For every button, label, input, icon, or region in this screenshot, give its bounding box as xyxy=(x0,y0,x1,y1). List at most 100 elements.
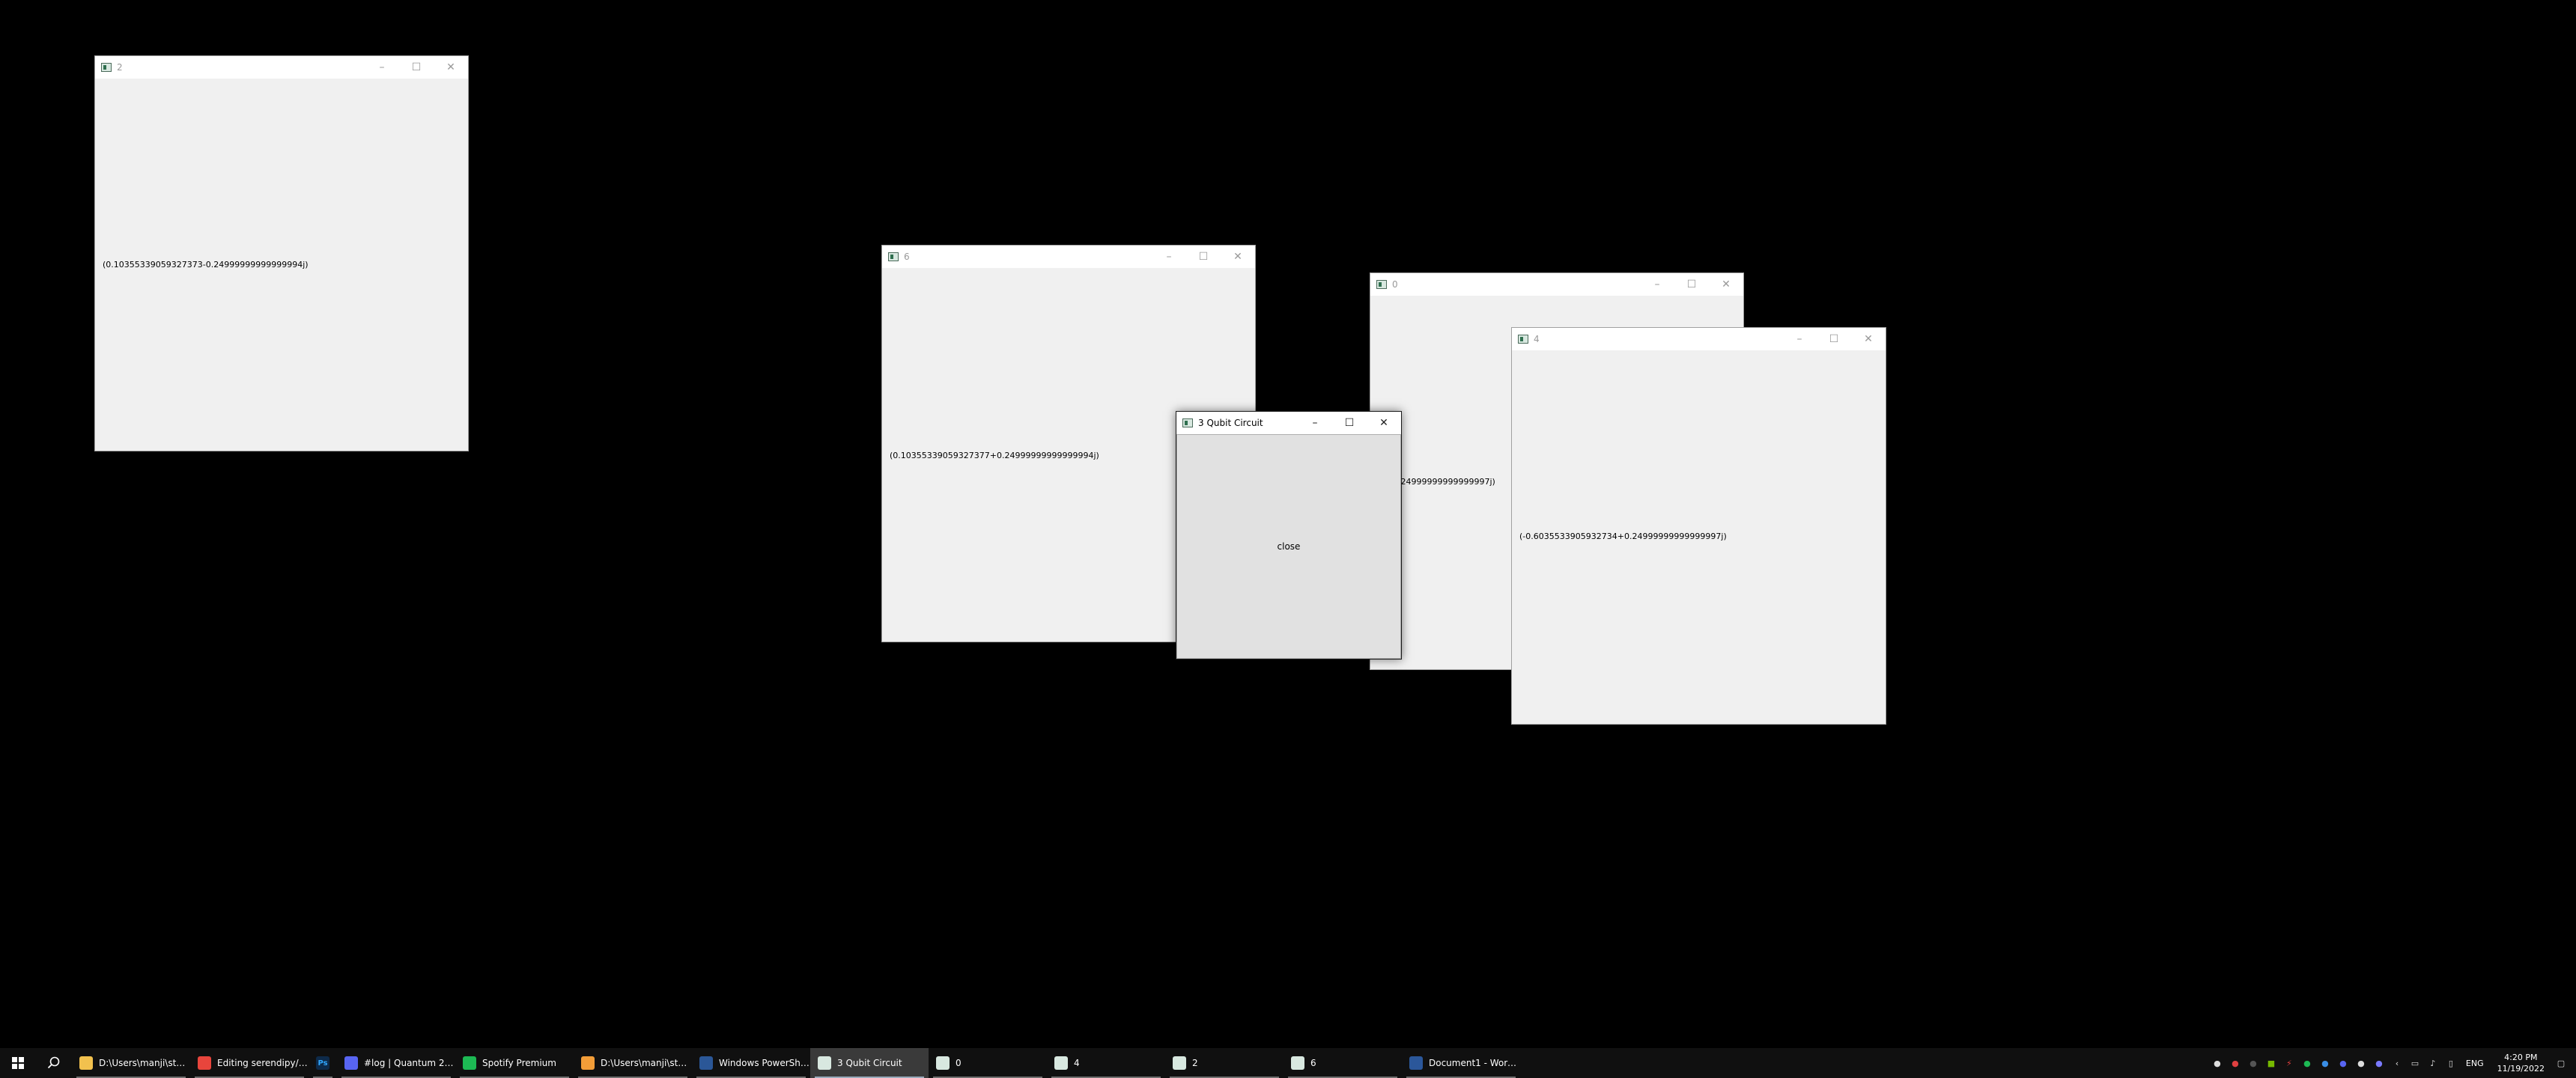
sublime-icon xyxy=(581,1056,595,1070)
steam-icon[interactable]: ● xyxy=(2211,1057,2223,1069)
python-window-icon xyxy=(1291,1056,1304,1070)
maximize-button[interactable]: ☐ xyxy=(1674,273,1709,296)
battery-icon[interactable]: ▯ xyxy=(2445,1057,2457,1069)
amplitude-label: (0.10355339059327373-0.24999999999999994… xyxy=(103,260,309,270)
taskbar-item-label: D:\Users\manji\stac... xyxy=(601,1058,692,1068)
close-button[interactable]: ✕ xyxy=(1709,273,1743,296)
notification-icon[interactable]: ▢ xyxy=(2555,1057,2567,1069)
window-title: 0 xyxy=(1392,279,1398,290)
python-window-icon xyxy=(1376,280,1387,289)
window-3-qubit-circuit[interactable]: 3 Qubit Circuit – ☐ ✕ close xyxy=(1176,411,1402,660)
close-button[interactable]: ✕ xyxy=(1367,412,1401,434)
taskbar-item[interactable]: D:\Users\manji\stac... xyxy=(574,1048,692,1078)
python-window-icon xyxy=(1182,418,1193,427)
taskbar-item-label: Editing serendipy/R... xyxy=(217,1058,309,1068)
circuit-titlebar[interactable]: 3 Qubit Circuit – ☐ ✕ xyxy=(1176,412,1401,434)
bluetooth-icon[interactable]: ● xyxy=(2319,1057,2331,1069)
amplitude-label: (0.10355339059327377+0.24999999999999994… xyxy=(890,451,1099,460)
taskbar-item-label: 4 xyxy=(1074,1058,1080,1068)
taskbar-item-label: Spotify Premium xyxy=(482,1058,556,1068)
mic-icon[interactable]: ● xyxy=(2355,1057,2367,1069)
photoshop-icon: Ps xyxy=(316,1056,329,1070)
clock-date: 11/19/2022 xyxy=(2497,1064,2545,1074)
python-window-icon xyxy=(1173,1056,1186,1070)
window-title: 6 xyxy=(904,252,910,262)
python-window-icon xyxy=(888,252,899,261)
windows-logo-icon xyxy=(12,1057,24,1069)
minimize-button[interactable]: – xyxy=(1298,412,1332,434)
taskbar-item-label: #log | Quantum 2.0... xyxy=(364,1058,455,1068)
discord-icon xyxy=(344,1056,358,1070)
python-window-icon xyxy=(1054,1056,1068,1070)
taskbar-item-label: 2 xyxy=(1192,1058,1198,1068)
window-4-titlebar[interactable]: 4 – ☐ ✕ xyxy=(1512,328,1886,350)
python-window-icon xyxy=(936,1056,950,1070)
taskbar-item-label: 6 xyxy=(1310,1058,1316,1068)
close-app-button[interactable]: close xyxy=(1176,434,1401,659)
system-tray: ● ● ● ■ ⚡ ● ● ● ● ● ‹ ▭ ♪ ▯ ENG 4:20 PM … xyxy=(2208,1048,2576,1078)
minimize-button[interactable]: – xyxy=(1640,273,1674,296)
power-icon[interactable]: ⚡ xyxy=(2283,1057,2295,1069)
python-window-icon xyxy=(818,1056,831,1070)
taskbar-item[interactable]: Ps xyxy=(309,1048,337,1078)
spotify-tray-icon[interactable]: ● xyxy=(2301,1057,2313,1069)
powershell-icon xyxy=(699,1056,713,1070)
taskbar-item[interactable]: Spotify Premium xyxy=(455,1048,574,1078)
taskbar-item[interactable]: 3 Qubit Circuit xyxy=(810,1048,929,1078)
taskbar-item[interactable]: 0 xyxy=(929,1048,1047,1078)
window-2-client: (0.10355339059327373-0.24999999999999994… xyxy=(95,79,468,451)
search-icon xyxy=(47,1056,60,1069)
minimize-button[interactable]: – xyxy=(1782,328,1817,350)
amplitude-label: (-0.6035533905932734+0.24999999999999997… xyxy=(1519,532,1727,541)
window-4-client: (-0.6035533905932734+0.24999999999999997… xyxy=(1512,350,1886,724)
spotify-icon xyxy=(463,1056,476,1070)
chrome-icon xyxy=(198,1056,211,1070)
window-title: 2 xyxy=(117,62,123,73)
nvidia-icon[interactable]: ■ xyxy=(2265,1057,2277,1069)
clock-time: 4:20 PM xyxy=(2504,1053,2538,1062)
chevron-icon[interactable]: ‹ xyxy=(2391,1057,2403,1069)
word-icon xyxy=(1409,1056,1423,1070)
discord-tray-icon[interactable]: ● xyxy=(2337,1057,2349,1069)
close-button[interactable]: ✕ xyxy=(434,56,468,79)
python-window-icon xyxy=(101,63,112,72)
maximize-button[interactable]: ☐ xyxy=(1332,412,1367,434)
window-4[interactable]: 4 – ☐ ✕ (-0.6035533905932734+0.249999999… xyxy=(1511,327,1886,725)
taskbar-item[interactable]: 2 xyxy=(1165,1048,1284,1078)
taskbar-item-label: D:\Users\manji\stac... xyxy=(99,1058,190,1068)
taskbar-item[interactable]: Document1 - Word... xyxy=(1402,1048,1520,1078)
taskbar-item-label: Windows PowerShell xyxy=(719,1058,810,1068)
taskbar-item[interactable]: #log | Quantum 2.0... xyxy=(337,1048,455,1078)
taskbar-item-label: Document1 - Word... xyxy=(1429,1058,1520,1068)
microphone-icon[interactable]: ● xyxy=(2229,1057,2241,1069)
minimize-button[interactable]: – xyxy=(365,56,399,79)
taskbar-item[interactable]: D:\Users\manji\stac... xyxy=(72,1048,190,1078)
taskbar-item[interactable]: 4 xyxy=(1047,1048,1165,1078)
taskbar-item[interactable]: 6 xyxy=(1284,1048,1402,1078)
taskbar-item-label: 0 xyxy=(956,1058,962,1068)
taskbar-item-label: 3 Qubit Circuit xyxy=(837,1058,902,1068)
maximize-button[interactable]: ☐ xyxy=(1817,328,1851,350)
search-button[interactable] xyxy=(36,1048,72,1078)
taskbar-item[interactable]: Windows PowerShell xyxy=(692,1048,810,1078)
app-icon[interactable]: ● xyxy=(2373,1057,2385,1069)
app-tray-icon[interactable]: ● xyxy=(2247,1057,2259,1069)
python-window-icon xyxy=(1518,335,1528,344)
maximize-button[interactable]: ☐ xyxy=(399,56,434,79)
minimize-button[interactable]: – xyxy=(1152,246,1186,268)
taskbar-item[interactable]: Editing serendipy/R... xyxy=(190,1048,309,1078)
clock[interactable]: 4:20 PM 11/19/2022 xyxy=(2497,1052,2545,1074)
maximize-button[interactable]: ☐ xyxy=(1186,246,1221,268)
language-indicator[interactable]: ENG xyxy=(2466,1059,2484,1068)
window-2[interactable]: 2 – ☐ ✕ (0.10355339059327373-0.249999999… xyxy=(94,55,469,451)
network-icon[interactable]: ▭ xyxy=(2409,1057,2421,1069)
window-2-titlebar[interactable]: 2 – ☐ ✕ xyxy=(95,56,468,79)
window-0-titlebar[interactable]: 0 – ☐ ✕ xyxy=(1370,273,1743,296)
window-title: 4 xyxy=(1534,334,1540,344)
taskbar: D:\Users\manji\stac... Editing serendipy/… xyxy=(0,1048,2576,1078)
window-6-titlebar[interactable]: 6 – ☐ ✕ xyxy=(882,246,1255,268)
close-button[interactable]: ✕ xyxy=(1851,328,1886,350)
start-button[interactable] xyxy=(0,1048,36,1078)
close-button[interactable]: ✕ xyxy=(1221,246,1255,268)
volume-icon[interactable]: ♪ xyxy=(2427,1057,2439,1069)
